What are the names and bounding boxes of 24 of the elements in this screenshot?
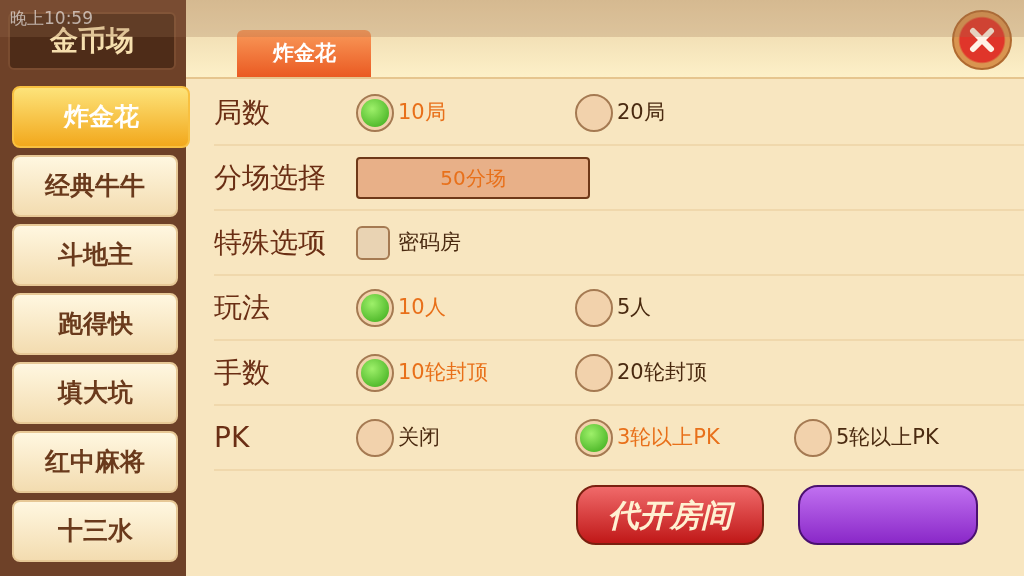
option-label: 3轮以上PK <box>617 423 720 451</box>
option-label: 10人 <box>398 293 446 321</box>
sidebar-tab[interactable]: 经典牛牛 <box>12 155 178 217</box>
option-name: 特殊选项 <box>214 224 327 261</box>
option-label: 关闭 <box>398 423 440 451</box>
option-label: 20轮封顶 <box>617 358 707 386</box>
option-label: 5人 <box>617 293 652 321</box>
sidebar-tab[interactable]: 十三水 <box>12 500 178 562</box>
sidebar-tab[interactable]: 红中麻将 <box>12 431 178 493</box>
option-name: 分场选择 <box>214 159 327 196</box>
sidebar-tab[interactable]: 填大坑 <box>12 362 178 424</box>
option-label: 10轮封顶 <box>398 358 488 386</box>
sidebar-tab[interactable]: 跑得快 <box>12 293 178 355</box>
option-name: 玩法 <box>214 289 271 326</box>
option-name: 手数 <box>214 354 271 391</box>
option-name: PK <box>214 419 251 456</box>
option-label: 密码房 <box>398 228 461 256</box>
proxy-open-room-button[interactable]: 代开房间 <box>576 485 764 545</box>
option-label: 5轮以上PK <box>836 423 939 451</box>
option-name: 局数 <box>214 94 271 131</box>
option-label: 10局 <box>398 98 446 126</box>
option-label: 20局 <box>617 98 665 126</box>
sidebar-tab[interactable]: 斗地主 <box>12 224 178 286</box>
status-time: 晚上10:59 <box>10 6 93 28</box>
